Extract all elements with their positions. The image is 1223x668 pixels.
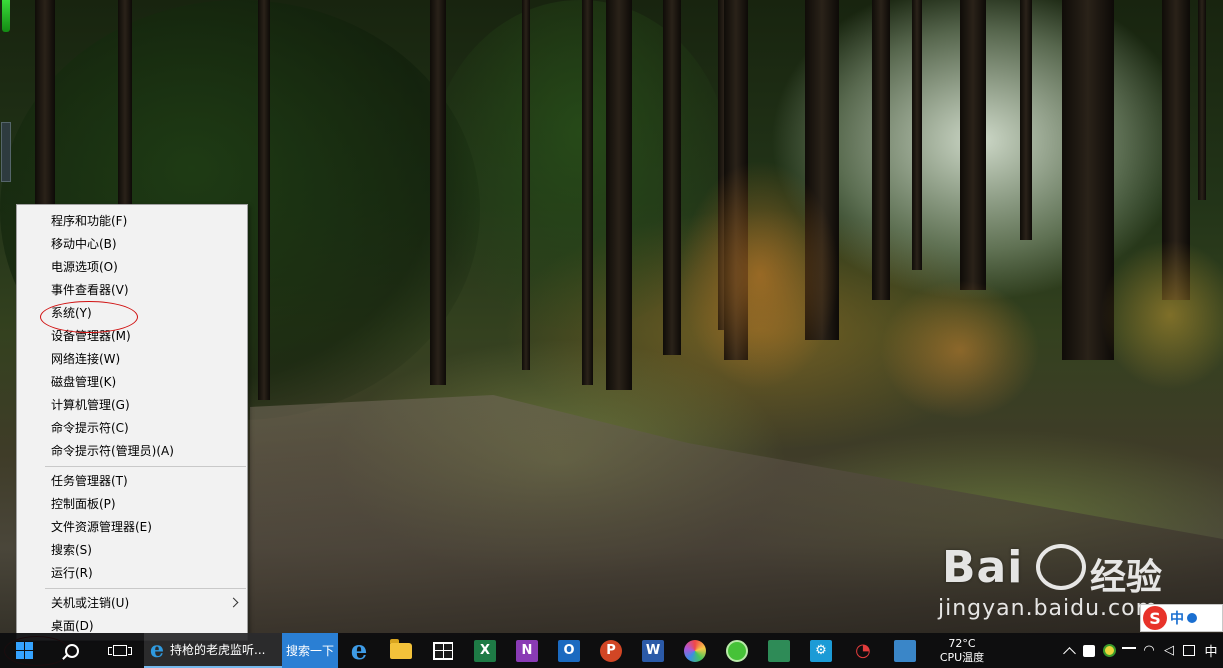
taskbar-green-app[interactable]: [716, 633, 758, 668]
menu-item-shutdown-label: 关机或注销(U): [51, 596, 130, 610]
folder-icon: [390, 638, 412, 659]
cpu-temperature-widget[interactable]: 72°C CPU温度: [926, 633, 998, 668]
task-view-icon: [108, 645, 132, 656]
red-swirl-app-icon: ◔: [855, 640, 871, 661]
search-icon: [65, 643, 79, 658]
taskbar-edge[interactable]: e: [338, 633, 380, 668]
taskbar-search-app[interactable]: 搜索一下: [282, 633, 338, 668]
taskbar-store[interactable]: [422, 633, 464, 668]
tray-ime-language[interactable]: 中: [1199, 633, 1223, 668]
taskbar-photos[interactable]: [758, 633, 800, 668]
tray-app-3[interactable]: [1119, 633, 1139, 668]
menu-separator: [45, 588, 246, 589]
action-center-icon: [1183, 645, 1195, 656]
menu-item-device-manager[interactable]: 设备管理器(M): [17, 325, 247, 348]
tray-overflow-button[interactable]: [1059, 633, 1079, 668]
search-button[interactable]: [48, 633, 96, 668]
outlook-icon: O: [558, 639, 580, 662]
menu-item-power-options[interactable]: 电源选项(O): [17, 256, 247, 279]
word-icon: W: [642, 639, 664, 662]
sogou-ime-toolbar[interactable]: S 中: [1140, 604, 1223, 632]
tray-network[interactable]: ◠: [1139, 633, 1159, 668]
tray-app-icon: [1122, 646, 1136, 655]
cpu-temperature-value: 72°C: [948, 636, 976, 650]
taskbar-settings[interactable]: ⚙: [800, 633, 842, 668]
paint-palette-icon: [684, 639, 706, 662]
tray-action-center[interactable]: [1179, 633, 1199, 668]
powerpoint-icon: P: [600, 639, 622, 662]
start-button[interactable]: [0, 633, 48, 668]
tray-app-2[interactable]: [1099, 633, 1119, 668]
menu-item-network-connections[interactable]: 网络连接(W): [17, 348, 247, 371]
menu-item-programs-features[interactable]: 程序和功能(F): [17, 210, 247, 233]
menu-item-system[interactable]: 系统(Y): [17, 302, 247, 325]
sidebar-gadget-bar[interactable]: [1, 122, 11, 182]
taskbar-paint[interactable]: [674, 633, 716, 668]
green-circle-app-icon: [726, 639, 748, 662]
onenote-icon: N: [516, 639, 538, 662]
menu-item-computer-management[interactable]: 计算机管理(G): [17, 394, 247, 417]
speaker-icon: ◁: [1164, 643, 1174, 658]
cpu-temperature-label: CPU温度: [939, 650, 985, 664]
taskbar: e 持枪的老虎监听... 搜索一下 e X N O P W ⚙ ◔ 72°C C…: [0, 633, 1223, 668]
taskbar-blue-app[interactable]: [884, 633, 926, 668]
blue-window-app-icon: [894, 639, 916, 662]
menu-item-search[interactable]: 搜索(S): [17, 539, 247, 562]
gear-icon: ⚙: [810, 639, 832, 662]
store-icon: [433, 641, 453, 660]
taskbar-outlook[interactable]: O: [548, 633, 590, 668]
tray-security-icon: [1102, 644, 1116, 657]
chevron-up-icon: [1062, 646, 1076, 660]
menu-item-task-manager[interactable]: 任务管理器(T): [17, 470, 247, 493]
sidebar-gadget-indicator[interactable]: [2, 0, 10, 32]
sogou-logo-icon[interactable]: S: [1143, 606, 1167, 630]
task-view-button[interactable]: [96, 633, 144, 668]
taskbar-word[interactable]: W: [632, 633, 674, 668]
menu-separator: [45, 466, 246, 467]
menu-item-event-viewer[interactable]: 事件查看器(V): [17, 279, 247, 302]
system-tray: ◠ ◁ 中: [1059, 633, 1223, 668]
menu-item-command-prompt[interactable]: 命令提示符(C): [17, 417, 247, 440]
winx-context-menu: 程序和功能(F) 移动中心(B) 电源选项(O) 事件查看器(V) 系统(Y) …: [16, 204, 248, 641]
menu-item-run[interactable]: 运行(R): [17, 562, 247, 585]
menu-item-command-prompt-admin[interactable]: 命令提示符(管理员)(A): [17, 440, 247, 463]
excel-icon: X: [474, 639, 496, 662]
taskbar-file-explorer[interactable]: [380, 633, 422, 668]
windows-logo-icon: [15, 642, 33, 659]
taskbar-powerpoint[interactable]: P: [590, 633, 632, 668]
chevron-right-icon: [228, 597, 239, 608]
menu-item-control-panel[interactable]: 控制面板(P): [17, 493, 247, 516]
edge-icon: e: [350, 635, 368, 666]
wifi-icon: ◠: [1143, 643, 1155, 658]
menu-item-file-explorer[interactable]: 文件资源管理器(E): [17, 516, 247, 539]
internet-explorer-icon: e: [150, 636, 164, 663]
tray-app-icon: [1083, 644, 1095, 657]
menu-item-mobility-center[interactable]: 移动中心(B): [17, 233, 247, 256]
menu-item-shutdown-signout[interactable]: 关机或注销(U): [17, 592, 247, 615]
taskbar-excel[interactable]: X: [464, 633, 506, 668]
ime-mode-toggle[interactable]: 中: [1170, 608, 1184, 628]
ie-window-title: 持枪的老虎监听...: [170, 643, 266, 657]
ime-punctuation-icon[interactable]: [1187, 613, 1197, 623]
tray-app-1[interactable]: [1079, 633, 1099, 668]
taskbar-red-app[interactable]: ◔: [842, 633, 884, 668]
menu-item-disk-management[interactable]: 磁盘管理(K): [17, 371, 247, 394]
photos-icon: [768, 639, 790, 662]
taskbar-ie-window[interactable]: e 持枪的老虎监听...: [144, 633, 282, 668]
tray-volume[interactable]: ◁: [1159, 633, 1179, 668]
taskbar-onenote[interactable]: N: [506, 633, 548, 668]
